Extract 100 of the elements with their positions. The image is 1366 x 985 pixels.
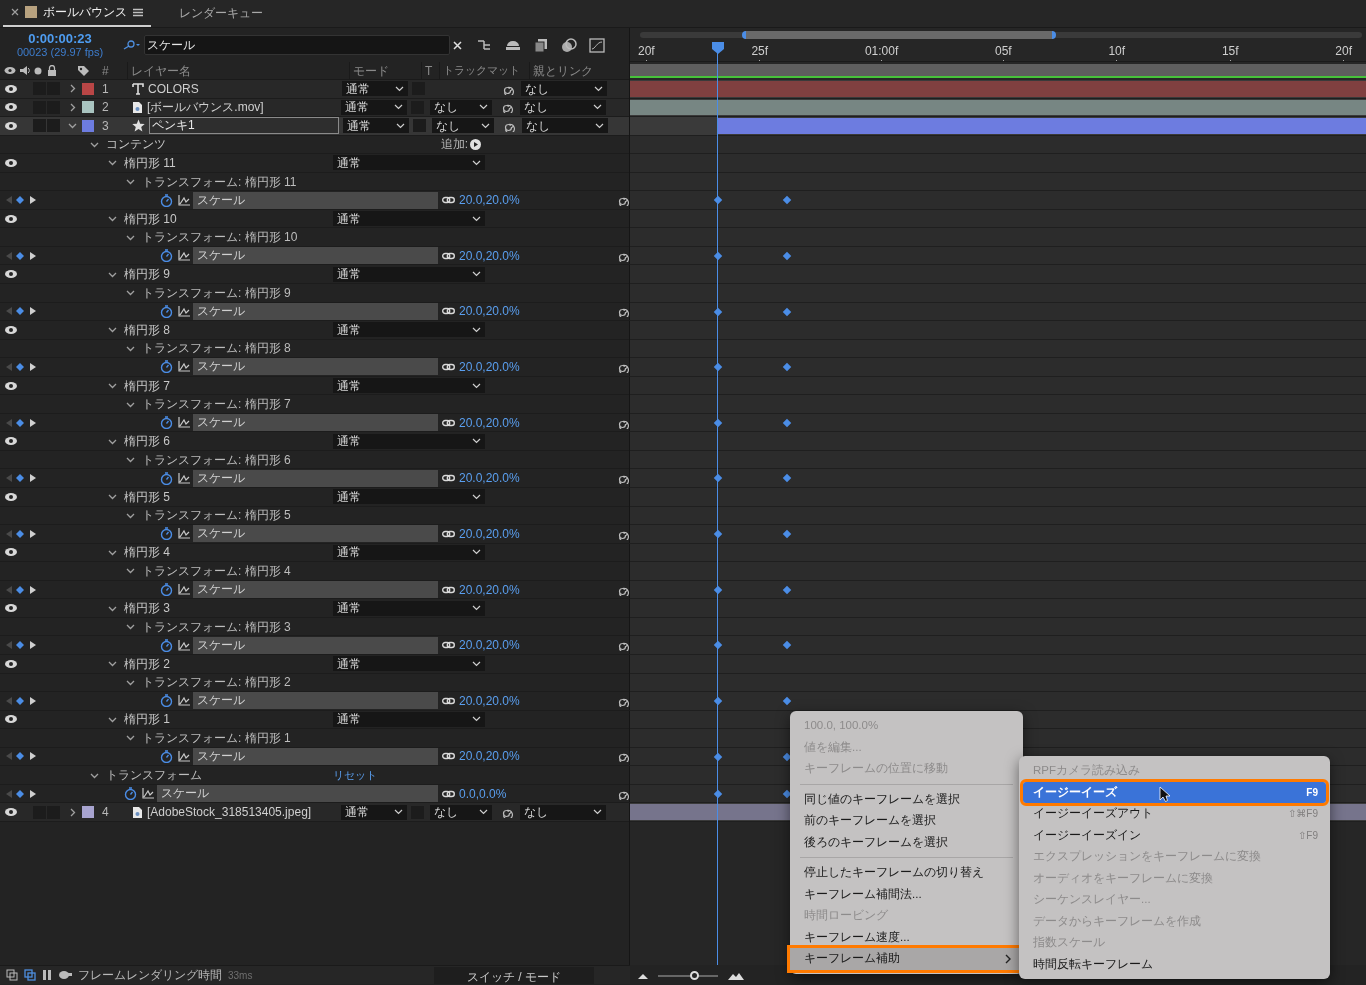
eye-icon[interactable] — [4, 102, 18, 113]
eye-icon[interactable] — [4, 658, 18, 669]
graph-icon[interactable] — [178, 250, 190, 262]
layer-name[interactable]: [AdobeStock_318513405.jpeg] — [147, 803, 337, 822]
eye-icon[interactable] — [4, 157, 18, 168]
stopwatch-icon[interactable] — [160, 416, 173, 430]
keyframe-icon[interactable] — [16, 585, 24, 594]
property-value[interactable]: 0.0,0.0% — [459, 784, 610, 803]
property-value[interactable]: 20.0,20.0% — [459, 191, 610, 210]
chevron-icon[interactable] — [108, 325, 117, 335]
solo-dot-icon[interactable] — [34, 66, 42, 75]
next-keyframe-icon[interactable] — [30, 362, 36, 371]
zoom-slider-track[interactable] — [658, 974, 718, 977]
link-icon[interactable] — [442, 474, 455, 483]
graph-icon[interactable] — [178, 305, 190, 317]
property-value[interactable]: 20.0,20.0% — [459, 636, 610, 655]
graph-icon[interactable] — [178, 584, 190, 596]
graph-icon[interactable] — [178, 695, 190, 707]
chevron-icon[interactable] — [108, 492, 117, 502]
eye-icon[interactable] — [4, 269, 18, 280]
menu-item[interactable]: キーフレーム補間法... — [790, 883, 1023, 905]
eye-icon[interactable] — [4, 66, 16, 75]
switch-box[interactable] — [47, 119, 60, 133]
stopwatch-icon[interactable] — [124, 787, 137, 801]
column-header[interactable]: T — [421, 61, 439, 80]
next-keyframe-icon[interactable] — [30, 474, 36, 483]
stopwatch-icon[interactable] — [160, 583, 173, 597]
next-keyframe-icon[interactable] — [30, 585, 36, 594]
menu-item[interactable]: キーフレーム速度... — [790, 926, 1023, 948]
eye-icon[interactable] — [4, 714, 18, 725]
search-field[interactable]: スケール — [144, 35, 450, 55]
tag-icon[interactable] — [77, 64, 90, 77]
menu-item[interactable]: イージーイーズ F9 — [1023, 781, 1326, 803]
layer-row[interactable]: 4 [AdobeStock_318513405.jpeg] 通常 なし なし — [0, 803, 629, 822]
mode-dropdown[interactable]: 通常 — [333, 266, 485, 282]
keyframe-icon[interactable] — [16, 641, 24, 650]
eye-icon[interactable] — [4, 603, 18, 614]
chevron-icon[interactable] — [68, 121, 77, 131]
keyframe-icon[interactable] — [16, 696, 24, 705]
layer-switches-icon[interactable] — [24, 969, 36, 981]
parent-dropdown[interactable]: なし — [521, 81, 607, 97]
link-icon[interactable] — [442, 641, 455, 650]
graph-icon[interactable] — [142, 788, 154, 800]
mode-dropdown[interactable]: 通常 — [333, 544, 485, 560]
eye-icon[interactable] — [4, 491, 18, 502]
work-area-bar[interactable] — [630, 64, 1366, 78]
keyframe-icon[interactable] — [16, 307, 24, 316]
keyframe-icon[interactable] — [16, 789, 24, 798]
graph-icon[interactable] — [178, 639, 190, 651]
track-matte-toggle[interactable] — [413, 119, 426, 133]
next-keyframe-icon[interactable] — [30, 789, 36, 798]
stopwatch-icon[interactable] — [160, 249, 173, 263]
keyframe-icon[interactable] — [16, 362, 24, 371]
track-matte-dropdown[interactable]: なし — [430, 804, 492, 820]
track-matte-dropdown[interactable]: なし — [432, 118, 494, 134]
zoom-slider-thumb[interactable] — [690, 970, 699, 980]
chevron-icon[interactable] — [108, 214, 117, 224]
chevron-icon[interactable] — [126, 566, 135, 576]
stopwatch-icon[interactable] — [160, 304, 173, 318]
reset-link[interactable]: リセット — [333, 766, 377, 784]
link-icon[interactable] — [442, 362, 455, 371]
chevron-icon[interactable] — [108, 659, 117, 669]
frames-icon[interactable] — [533, 37, 549, 53]
mode-dropdown[interactable]: 通常 — [333, 600, 485, 616]
link-icon[interactable] — [442, 789, 455, 798]
keyframe-marker[interactable] — [782, 196, 792, 205]
panel-tab[interactable]: ボールバウンス — [3, 0, 151, 27]
switch-mode-toggle[interactable]: スイッチ / モード — [434, 966, 594, 984]
column-header[interactable]: 親とリンク — [529, 61, 627, 80]
link-icon[interactable] — [442, 418, 455, 427]
parent-dropdown[interactable]: なし — [522, 118, 608, 134]
stopwatch-icon[interactable] — [160, 749, 173, 763]
next-keyframe-icon[interactable] — [30, 196, 36, 205]
menu-item[interactable]: 停止したキーフレームの切り替え — [790, 862, 1023, 884]
motion-blur-icon[interactable] — [561, 37, 577, 53]
eye-icon[interactable] — [4, 807, 18, 818]
layer-name[interactable]: [ボールバウンス.mov] — [147, 98, 337, 117]
chevron-icon[interactable] — [68, 807, 77, 817]
keyframe-icon[interactable] — [16, 196, 24, 205]
keyframe-marker[interactable] — [782, 474, 792, 483]
column-header[interactable]: トラックマット — [439, 62, 529, 79]
label-color-swatch[interactable] — [82, 101, 94, 114]
mode-dropdown[interactable]: 通常 — [333, 155, 485, 171]
clear-icon[interactable] — [453, 40, 462, 50]
chevron-icon[interactable] — [126, 177, 135, 186]
layer-row[interactable]: 3 ペンキ1 通常 なし なし — [0, 117, 629, 136]
parent-dropdown[interactable]: なし — [520, 99, 606, 115]
mode-dropdown[interactable]: 通常 — [333, 489, 485, 505]
timecode[interactable]: 0:00:00:23 — [28, 31, 92, 46]
property-value[interactable]: 20.0,20.0% — [459, 691, 610, 710]
keyframe-marker[interactable] — [782, 585, 792, 594]
link-icon[interactable] — [442, 585, 455, 594]
next-keyframe-icon[interactable] — [30, 529, 36, 538]
next-keyframe-icon[interactable] — [30, 251, 36, 260]
property-value[interactable]: 20.0,20.0% — [459, 302, 610, 321]
eye-icon[interactable] — [4, 436, 18, 447]
link-icon[interactable] — [442, 696, 455, 705]
next-keyframe-icon[interactable] — [30, 641, 36, 650]
keyframe-icon[interactable] — [16, 251, 24, 260]
keyframe-icon[interactable] — [16, 752, 24, 761]
